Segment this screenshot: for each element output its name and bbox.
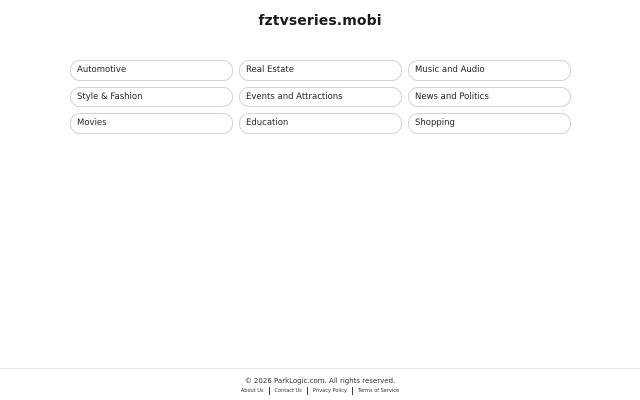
category-link-style-fashion[interactable]: Style & Fashion	[70, 86, 233, 107]
category-grid: Automotive Real Estate Music and Audio S…	[70, 60, 571, 134]
category-label: Real Estate	[246, 65, 294, 76]
category-link-news-and-politics[interactable]: News and Politics	[408, 86, 571, 107]
category-label: Automotive	[77, 65, 127, 76]
category-label: Style & Fashion	[77, 91, 143, 102]
category-label: Events and Attractions	[246, 91, 343, 102]
category-label: Music and Audio	[415, 65, 485, 76]
category-link-real-estate[interactable]: Real Estate	[239, 60, 402, 81]
category-label: News and Politics	[415, 91, 489, 102]
category-link-automotive[interactable]: Automotive	[70, 60, 233, 81]
footer-links: About Us Contact Us Privacy Policy Terms…	[0, 387, 640, 395]
contact-us-link[interactable]: Contact Us	[270, 388, 307, 394]
footer: © 2026 ParkLogic.com. All rights reserve…	[0, 368, 640, 400]
about-us-link[interactable]: About Us	[236, 388, 269, 394]
terms-of-service-link[interactable]: Terms of Service	[353, 388, 404, 394]
category-link-music-and-audio[interactable]: Music and Audio	[408, 60, 571, 81]
copyright-text: © 2026 ParkLogic.com. All rights reserve…	[244, 377, 396, 385]
category-label: Education	[246, 118, 289, 129]
page: fztvseries.mobi Automotive Real Estate M…	[0, 0, 640, 400]
category-link-shopping[interactable]: Shopping	[408, 113, 571, 134]
category-link-movies[interactable]: Movies	[70, 113, 233, 134]
category-label: Movies	[77, 118, 107, 129]
category-link-events-and-attractions[interactable]: Events and Attractions	[239, 86, 402, 107]
site-title: fztvseries.mobi	[258, 13, 382, 29]
category-link-education[interactable]: Education	[239, 113, 402, 134]
privacy-policy-link[interactable]: Privacy Policy	[308, 388, 352, 394]
category-label: Shopping	[415, 118, 455, 129]
